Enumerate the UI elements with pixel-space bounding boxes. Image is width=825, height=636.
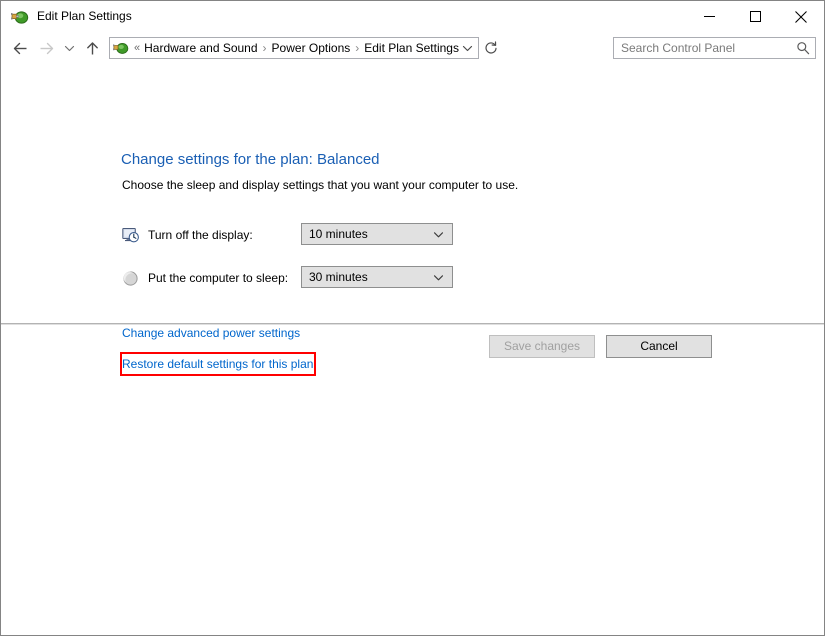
content-area: Change settings for the plan: Balanced C…	[1, 64, 824, 376]
window-title: Edit Plan Settings	[37, 9, 132, 23]
breadcrumb-separator-icon[interactable]: ›	[261, 41, 269, 55]
display-timeout-value: 10 minutes	[309, 227, 368, 241]
back-button[interactable]	[7, 35, 33, 61]
breadcrumb-item-hardware-and-sound[interactable]: Hardware and Sound	[141, 41, 260, 55]
empty-area	[1, 367, 824, 635]
display-timeout-icon	[122, 227, 139, 244]
breadcrumb-item-edit-plan-settings[interactable]: Edit Plan Settings	[361, 41, 462, 55]
search-box[interactable]	[613, 37, 816, 59]
window-controls	[686, 1, 824, 32]
power-plan-icon	[11, 8, 29, 26]
cancel-button[interactable]: Cancel	[606, 334, 712, 358]
link-change-advanced-power-settings[interactable]: Change advanced power settings	[122, 326, 300, 340]
chevron-down-icon	[433, 229, 444, 240]
setting-row-put-computer-to-sleep: Put the computer to sleep:	[122, 267, 288, 289]
link-restore-default-settings[interactable]: Restore default settings for this plan	[122, 357, 313, 371]
breadcrumb-separator-icon[interactable]: ›	[353, 41, 361, 55]
chevron-down-icon	[433, 272, 444, 283]
setting-label-turn-off-display: Turn off the display:	[148, 228, 253, 242]
navigation-bar: « Hardware and Sound › Power Options › E…	[1, 32, 824, 64]
up-button[interactable]	[79, 35, 105, 61]
maximize-button[interactable]	[732, 1, 778, 32]
sleep-moon-icon	[122, 270, 139, 287]
search-input[interactable]	[614, 41, 791, 55]
edit-plan-settings-window: Edit Plan Settings « Hardware and Sound …	[0, 0, 825, 636]
page-title: Change settings for the plan: Balanced	[121, 151, 380, 168]
breadcrumb-power-plan-icon	[113, 40, 129, 56]
title-bar: Edit Plan Settings	[1, 1, 824, 32]
close-button[interactable]	[778, 1, 824, 32]
recent-locations-chevron-down-icon[interactable]	[59, 35, 79, 61]
minimize-button[interactable]	[686, 1, 732, 32]
refresh-icon[interactable]	[479, 37, 503, 59]
search-icon[interactable]	[791, 41, 815, 55]
address-chevron-down-icon[interactable]	[462, 43, 473, 54]
page-subtitle: Choose the sleep and display settings th…	[122, 178, 519, 192]
address-bar[interactable]: « Hardware and Sound › Power Options › E…	[109, 37, 479, 59]
display-timeout-select[interactable]: 10 minutes	[301, 223, 453, 245]
setting-row-turn-off-display: Turn off the display:	[122, 224, 253, 246]
breadcrumb-overflow-icon[interactable]: «	[134, 42, 140, 54]
forward-button[interactable]	[33, 35, 59, 61]
save-changes-button[interactable]: Save changes	[489, 334, 595, 358]
sleep-timeout-select[interactable]: 30 minutes	[301, 266, 453, 288]
breadcrumb-item-power-options[interactable]: Power Options	[269, 41, 354, 55]
setting-label-put-computer-to-sleep: Put the computer to sleep:	[148, 271, 289, 285]
sleep-timeout-value: 30 minutes	[309, 270, 368, 284]
